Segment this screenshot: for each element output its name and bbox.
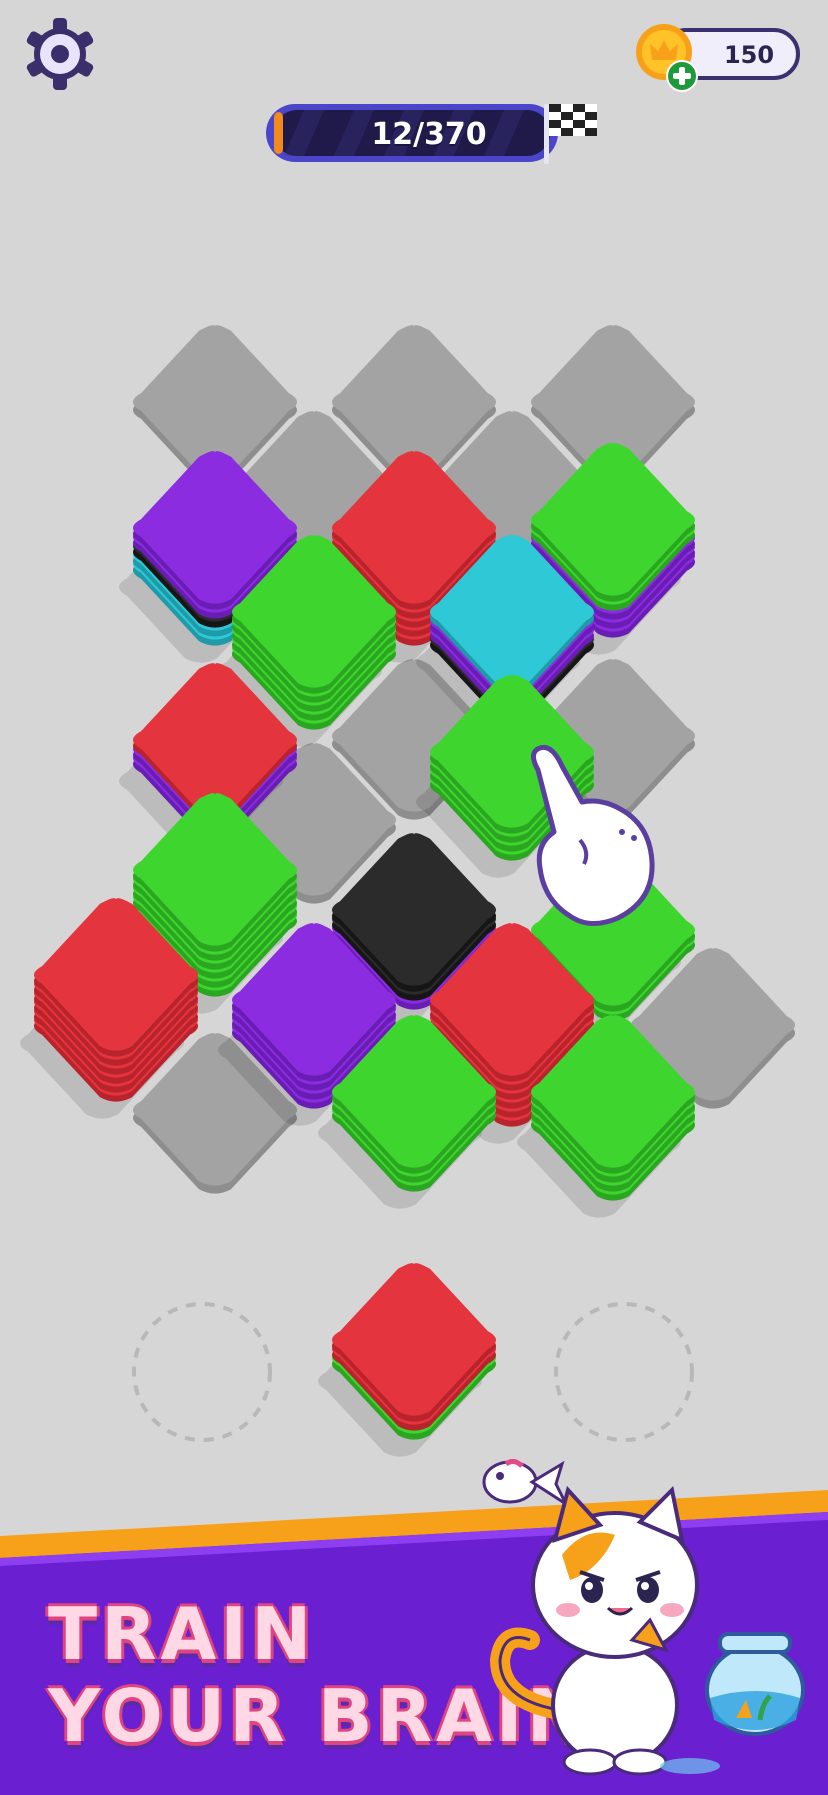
fishbowl-icon [705, 1632, 805, 1736]
tray-slot-left[interactable] [130, 1300, 280, 1450]
tray-slot-right[interactable] [550, 1300, 700, 1450]
game-screen: 150 12/370 TRAIN YOUR BRAIN [0, 0, 828, 1795]
slogan-line-1: TRAIN [48, 1592, 316, 1676]
hex-board [20, 325, 795, 1457]
pointing-hand-icon [531, 744, 655, 926]
tray-tile-stack[interactable] [318, 1263, 496, 1457]
